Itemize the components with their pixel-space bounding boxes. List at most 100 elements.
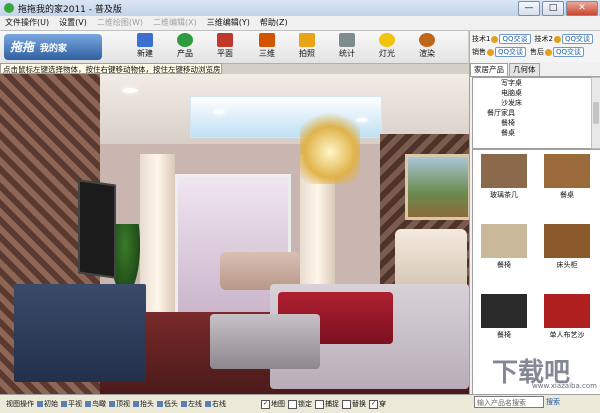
menu-2d-edit[interactable]: 二维编辑(X) xyxy=(148,16,202,30)
through-checkbox[interactable]: ✓ 穿 xyxy=(369,399,386,409)
3d-viewport[interactable] xyxy=(0,74,469,394)
checkbox xyxy=(342,399,351,409)
support-panel: 技术1 QQ交谈 技术2 QQ交谈 销售 QQ交谈 售后 QQ交谈 xyxy=(469,31,600,63)
qq-chat-button[interactable]: QQ交谈 xyxy=(499,34,531,44)
maximize-button[interactable]: □ xyxy=(542,1,564,16)
qq-chat-button[interactable]: QQ交谈 xyxy=(495,47,527,57)
window-title: 拖拖我的家2011 - 普及版 xyxy=(18,4,122,15)
support-label: 售后 xyxy=(530,48,545,56)
replace-checkbox[interactable]: 替换 xyxy=(342,399,366,409)
arrow-down-icon xyxy=(157,401,163,407)
checkbox xyxy=(288,399,297,409)
view-icon xyxy=(85,401,91,407)
tree-item[interactable]: 写字桌 xyxy=(473,78,591,88)
new-icon xyxy=(137,33,153,47)
stats-button[interactable]: 统计 xyxy=(330,33,364,59)
snap-checkbox[interactable]: 捕捉 xyxy=(315,399,339,409)
product-item[interactable]: 餐椅 xyxy=(473,294,535,340)
3d-button[interactable]: 三维 xyxy=(250,33,284,59)
tree-item[interactable]: 餐桌 xyxy=(473,128,591,138)
close-button[interactable]: ✕ xyxy=(566,1,598,16)
tv-cabinet[interactable] xyxy=(14,284,146,382)
support-label: 技术2 xyxy=(534,35,553,43)
house-icon xyxy=(259,33,275,47)
tree-item[interactable]: 餐厅家具 xyxy=(473,108,591,118)
view-icon xyxy=(37,401,43,407)
light-button[interactable]: 灯光 xyxy=(370,33,404,59)
chandelier[interactable] xyxy=(300,104,360,184)
arrow-up-icon xyxy=(133,401,139,407)
photo-button[interactable]: 拍照 xyxy=(290,33,324,59)
product-icon xyxy=(177,33,193,47)
view-icon xyxy=(109,401,115,407)
minimize-button[interactable]: — xyxy=(518,1,540,16)
user-icon xyxy=(487,48,494,56)
product-item[interactable]: 单人布艺沙 xyxy=(536,294,598,340)
user-icon xyxy=(545,48,553,56)
document-icon xyxy=(339,33,355,47)
checkbox-checked: ✓ xyxy=(261,399,270,409)
product-thumbnail xyxy=(544,154,590,188)
product-item[interactable]: 餐椅 xyxy=(473,224,535,270)
menu-bar: 文件操作(U) 设置(V) 二维绘图(W) 二维编辑(X) 三维编辑(Y) 帮助… xyxy=(0,16,600,31)
search-button[interactable]: 搜索 xyxy=(546,396,568,408)
product-item[interactable]: 餐桌 xyxy=(536,154,598,200)
turn-left-button[interactable]: 左线 xyxy=(181,399,202,409)
app-icon xyxy=(4,3,14,13)
tree-item[interactable]: 电脑桌 xyxy=(473,88,591,98)
qq-chat-button[interactable]: QQ交谈 xyxy=(553,47,585,57)
ceiling-lamp xyxy=(122,88,138,93)
menu-help[interactable]: 帮助(Z) xyxy=(255,16,293,30)
support-label: 销售 xyxy=(472,48,486,56)
look-up-button[interactable]: 抬头 xyxy=(133,399,154,409)
arrow-right-icon xyxy=(205,401,211,407)
product-thumbnail xyxy=(481,154,527,188)
view-initial-button[interactable]: 初始 xyxy=(37,399,58,409)
tree-scrollbar[interactable] xyxy=(591,77,600,149)
view-level-button[interactable]: 平视 xyxy=(61,399,82,409)
menu-3d-edit[interactable]: 三维编辑(Y) xyxy=(202,16,255,30)
qq-chat-button[interactable]: QQ交谈 xyxy=(561,34,593,44)
watermark: 下载吧 www.xiazaiba.com xyxy=(492,358,597,390)
product-panel: 家居产品 几何体 写字桌 电脑桌 沙发床 餐厅家具 餐椅 餐桌 玻璃茶几 餐桌 … xyxy=(469,63,600,396)
view-bird-button[interactable]: 鸟瞰 xyxy=(85,399,106,409)
camera-icon xyxy=(299,33,315,47)
product-item[interactable]: 床头柜 xyxy=(536,224,598,270)
plan-button[interactable]: 平面 xyxy=(208,33,242,59)
render-button[interactable]: 渲染 xyxy=(410,33,444,59)
view-icon xyxy=(61,401,67,407)
menu-2d-draw[interactable]: 二维绘图(W) xyxy=(92,16,148,30)
headboard[interactable] xyxy=(395,229,467,289)
scroll-thumb[interactable] xyxy=(593,102,599,124)
product-item[interactable]: 玻璃茶几 xyxy=(473,154,535,200)
tree-item[interactable]: 餐椅 xyxy=(473,118,591,128)
product-thumbnail xyxy=(544,224,590,258)
app-logo: 拖拖 我的家 xyxy=(4,34,102,60)
main-toolbar: 拖拖 我的家 新建 产品 平面 三维 拍照 统计 灯光 渲染 xyxy=(0,31,468,64)
arrow-left-icon xyxy=(181,401,187,407)
television[interactable] xyxy=(78,179,116,279)
tree-item[interactable]: 沙发床 xyxy=(473,98,591,108)
tab-home-products[interactable]: 家居产品 xyxy=(470,63,508,76)
turn-right-button[interactable]: 右线 xyxy=(205,399,226,409)
lock-checkbox[interactable]: 锁定 xyxy=(288,399,312,409)
view-operations-label: 视图操作 xyxy=(6,400,34,408)
title-bar: 拖拖我的家2011 - 普及版 — □ ✕ xyxy=(0,0,600,17)
look-down-button[interactable]: 低头 xyxy=(157,399,178,409)
menu-file[interactable]: 文件操作(U) xyxy=(0,16,54,30)
wall-painting[interactable] xyxy=(405,154,469,220)
menu-settings[interactable]: 设置(V) xyxy=(54,16,92,30)
user-icon xyxy=(491,35,499,43)
ceiling-lamp xyxy=(213,110,225,114)
checkbox xyxy=(315,399,324,409)
plan-icon xyxy=(217,33,233,47)
new-button[interactable]: 新建 xyxy=(128,33,162,59)
product-button[interactable]: 产品 xyxy=(168,33,202,59)
view-top-button[interactable]: 顶视 xyxy=(109,399,130,409)
map-checkbox[interactable]: ✓ 地图 xyxy=(261,399,285,409)
search-input[interactable]: 输入产品名搜索 xyxy=(474,396,544,408)
tab-geometry[interactable]: 几何体 xyxy=(509,63,540,76)
product-thumbnail xyxy=(481,224,527,258)
ottoman[interactable] xyxy=(210,314,320,369)
render-icon xyxy=(419,33,435,47)
